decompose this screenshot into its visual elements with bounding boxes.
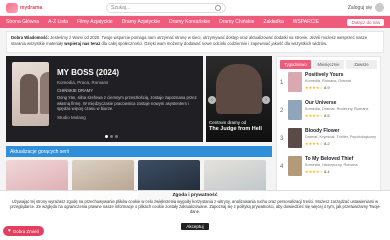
donate-button[interactable]: ♥ Dobra Zmień [3, 226, 44, 236]
hero-poster[interactable] [12, 62, 49, 126]
side-caption-title: The Judge from Hell [209, 126, 262, 132]
rank-score: ★★★★☆ 8.4 [305, 169, 377, 174]
ranking-tabs: Tygodniowo Miesięcznie Zawsze [280, 60, 377, 69]
rank-title[interactable]: Bloody Flower [305, 128, 377, 134]
rank-number: 3 [280, 136, 284, 142]
chevron-left-icon[interactable]: ‹ [208, 96, 216, 104]
search-icon[interactable] [215, 4, 221, 11]
slider-dot[interactable] [109, 135, 113, 138]
nav-bookmarks[interactable]: Zakładka [263, 19, 283, 25]
side-caption: Centrum dramy od The Judge from Hell [209, 120, 262, 132]
rank-genres: Komedia, Romans, Dramat [305, 79, 351, 83]
announcement-text-2: dla całej społeczności. Dzięki wam możem… [100, 41, 328, 46]
nav-az-list[interactable]: A-Z Lista [48, 19, 68, 25]
hero-description: Dong Yan, silna szefowa z ciemnym przesz… [57, 95, 197, 111]
announcement-lead: Dobra Wiadomość: [11, 35, 51, 40]
login-label: Zaloguj się [347, 4, 372, 11]
slider-dot[interactable] [104, 135, 108, 138]
hero-cast: Studio Molang [57, 114, 86, 120]
rank-score-value: 8.2 [324, 140, 330, 146]
rank-title[interactable]: Our Universe [305, 100, 377, 106]
hero-slide[interactable]: MY BOSS (2024) Komedia, Praca, Romans CH… [6, 56, 203, 142]
rank-score: ★★★★☆ 8.9 [305, 85, 377, 90]
slider-dot[interactable] [114, 135, 118, 138]
rank-number: 4 [280, 164, 284, 170]
rank-info: To My Beloved Thief Komedia, Historyczny,… [305, 156, 377, 174]
heart-icon: ♥ [8, 228, 11, 234]
star-icon: ★★★★☆ [305, 112, 323, 118]
rank-title[interactable]: Positively Yours [305, 72, 377, 78]
tab-all-time[interactable]: Zawsze [346, 60, 377, 69]
star-icon: ★★★★☆ [305, 84, 323, 90]
user-menu[interactable]: Zaloguj się [348, 3, 384, 12]
ranking-panel: Tygodniowo Miesięcznie Zawsze 1 Positivel… [276, 56, 381, 202]
tab-weekly[interactable]: Tygodniowo [280, 60, 311, 69]
rank-number: 2 [280, 108, 284, 114]
rank-cover[interactable] [288, 128, 302, 148]
hero-slider: MY BOSS (2024) Komedia, Praca, Romans CH… [6, 56, 272, 142]
rank-info: Our Universe Komedia, Dramat, Rodzinny, R… [305, 100, 377, 118]
nav-home[interactable]: Strona Główna [6, 19, 39, 25]
rank-score: ★★★★☆ 8.2 [305, 141, 377, 146]
rank-number: 1 [280, 80, 284, 86]
logo-icon [6, 2, 18, 13]
nav-chinese-dramas[interactable]: Dramy Chińskie [219, 19, 254, 25]
hero-type: CHIŃSKIE DRAMY [57, 88, 94, 93]
announcement-highlight[interactable]: wspieraj nas teraz [64, 41, 100, 46]
rank-cover[interactable] [288, 72, 302, 92]
avatar[interactable] [375, 3, 384, 12]
hero-info: MY BOSS (2024) Komedia, Praca, Romans CH… [49, 62, 197, 136]
rank-score-value: 8.9 [324, 84, 330, 90]
rank-genres: Komedia, Historyczny, Romans [305, 163, 358, 167]
rank-info: Positively Yours Komedia, Romans, Dramat ★… [305, 72, 377, 90]
rank-genres: Komedia, Dramat, Rodzinny, Romans [305, 107, 369, 111]
hero-title[interactable]: MY BOSS (2024) [57, 68, 197, 77]
nav-support[interactable]: WSPARCIE [293, 19, 319, 25]
ranking-item[interactable]: 3 Bloody Flower Dramat, Kryminał, Thriller… [280, 128, 377, 153]
rank-score: ★★★★☆ 8.5 [305, 113, 377, 118]
star-icon: ★★★★☆ [305, 168, 323, 174]
left-column: MY BOSS (2024) Komedia, Praca, Romans CH… [6, 56, 272, 202]
rank-cover[interactable] [288, 156, 302, 176]
cookie-title: Zgoda i prywatność [172, 193, 218, 198]
star-icon: ★★★★☆ [305, 140, 323, 146]
nav-asian-movies[interactable]: Filmy Azjatyckie [77, 19, 113, 25]
ranking-item[interactable]: 4 To My Beloved Thief Komedia, Historyczny… [280, 156, 377, 181]
search-input[interactable]: Szukaj... [106, 2, 226, 13]
hero-genres: Komedia, Praca, Romans [57, 80, 109, 85]
tab-monthly[interactable]: Miesięcznie [313, 60, 344, 69]
rank-score-value: 8.4 [324, 168, 330, 174]
slider-dots [104, 135, 118, 138]
cookie-text: Używając tej strony wyrażasz zgodę na pr… [10, 199, 380, 215]
top-bar: mydrama Szukaj... Zaloguj się [0, 0, 390, 16]
ranking-list: 1 Positively Yours Komedia, Romans, Dramat… [280, 72, 377, 181]
cookie-banner: Zgoda i prywatność Używając tej strony w… [0, 190, 390, 240]
chevron-right-icon[interactable]: › [262, 96, 270, 104]
main-content: MY BOSS (2024) Komedia, Praca, Romans CH… [6, 56, 384, 202]
ranking-item[interactable]: 2 Our Universe Komedia, Dramat, Rodzinny, … [280, 100, 377, 125]
rank-score-value: 8.5 [324, 112, 330, 118]
rank-genres: Dramat, Kryminał, Thriller, Psychologicz… [305, 135, 377, 139]
nav-korean-dramas[interactable]: Dramy Koreańskie [169, 19, 210, 25]
hero-side-slide[interactable]: ‹ › Centrum dramy od The Judge from Hell [206, 56, 272, 142]
donate-label: Dobra Zmień [12, 228, 39, 234]
updates-header: Aktualizacje gorących serii [6, 146, 272, 157]
announcement-box: Dobra Wiadomość: Jesteśmy z Wami od 2020… [6, 31, 384, 53]
ranking-item[interactable]: 1 Positively Yours Komedia, Romans, Dramat… [280, 72, 377, 97]
main-nav: Strona Główna A-Z Lista Filmy Azjatyckie… [0, 16, 390, 28]
accept-cookies-button[interactable]: Akceptuj [181, 222, 209, 230]
site-logo[interactable]: mydrama [6, 2, 51, 13]
rank-title[interactable]: To My Beloved Thief [305, 156, 377, 162]
rank-info: Bloody Flower Dramat, Kryminał, Thriller,… [305, 128, 377, 146]
rank-cover[interactable] [288, 100, 302, 120]
updates-title: Aktualizacje gorących serii [10, 148, 69, 155]
nav-asian-dramas[interactable]: Dramy Azjatyckie [122, 19, 160, 25]
search-placeholder: Szukaj... [111, 4, 131, 11]
join-button[interactable]: Dołącz do nas [347, 18, 384, 26]
side-caption-line1: Centrum dramy od [209, 120, 247, 125]
